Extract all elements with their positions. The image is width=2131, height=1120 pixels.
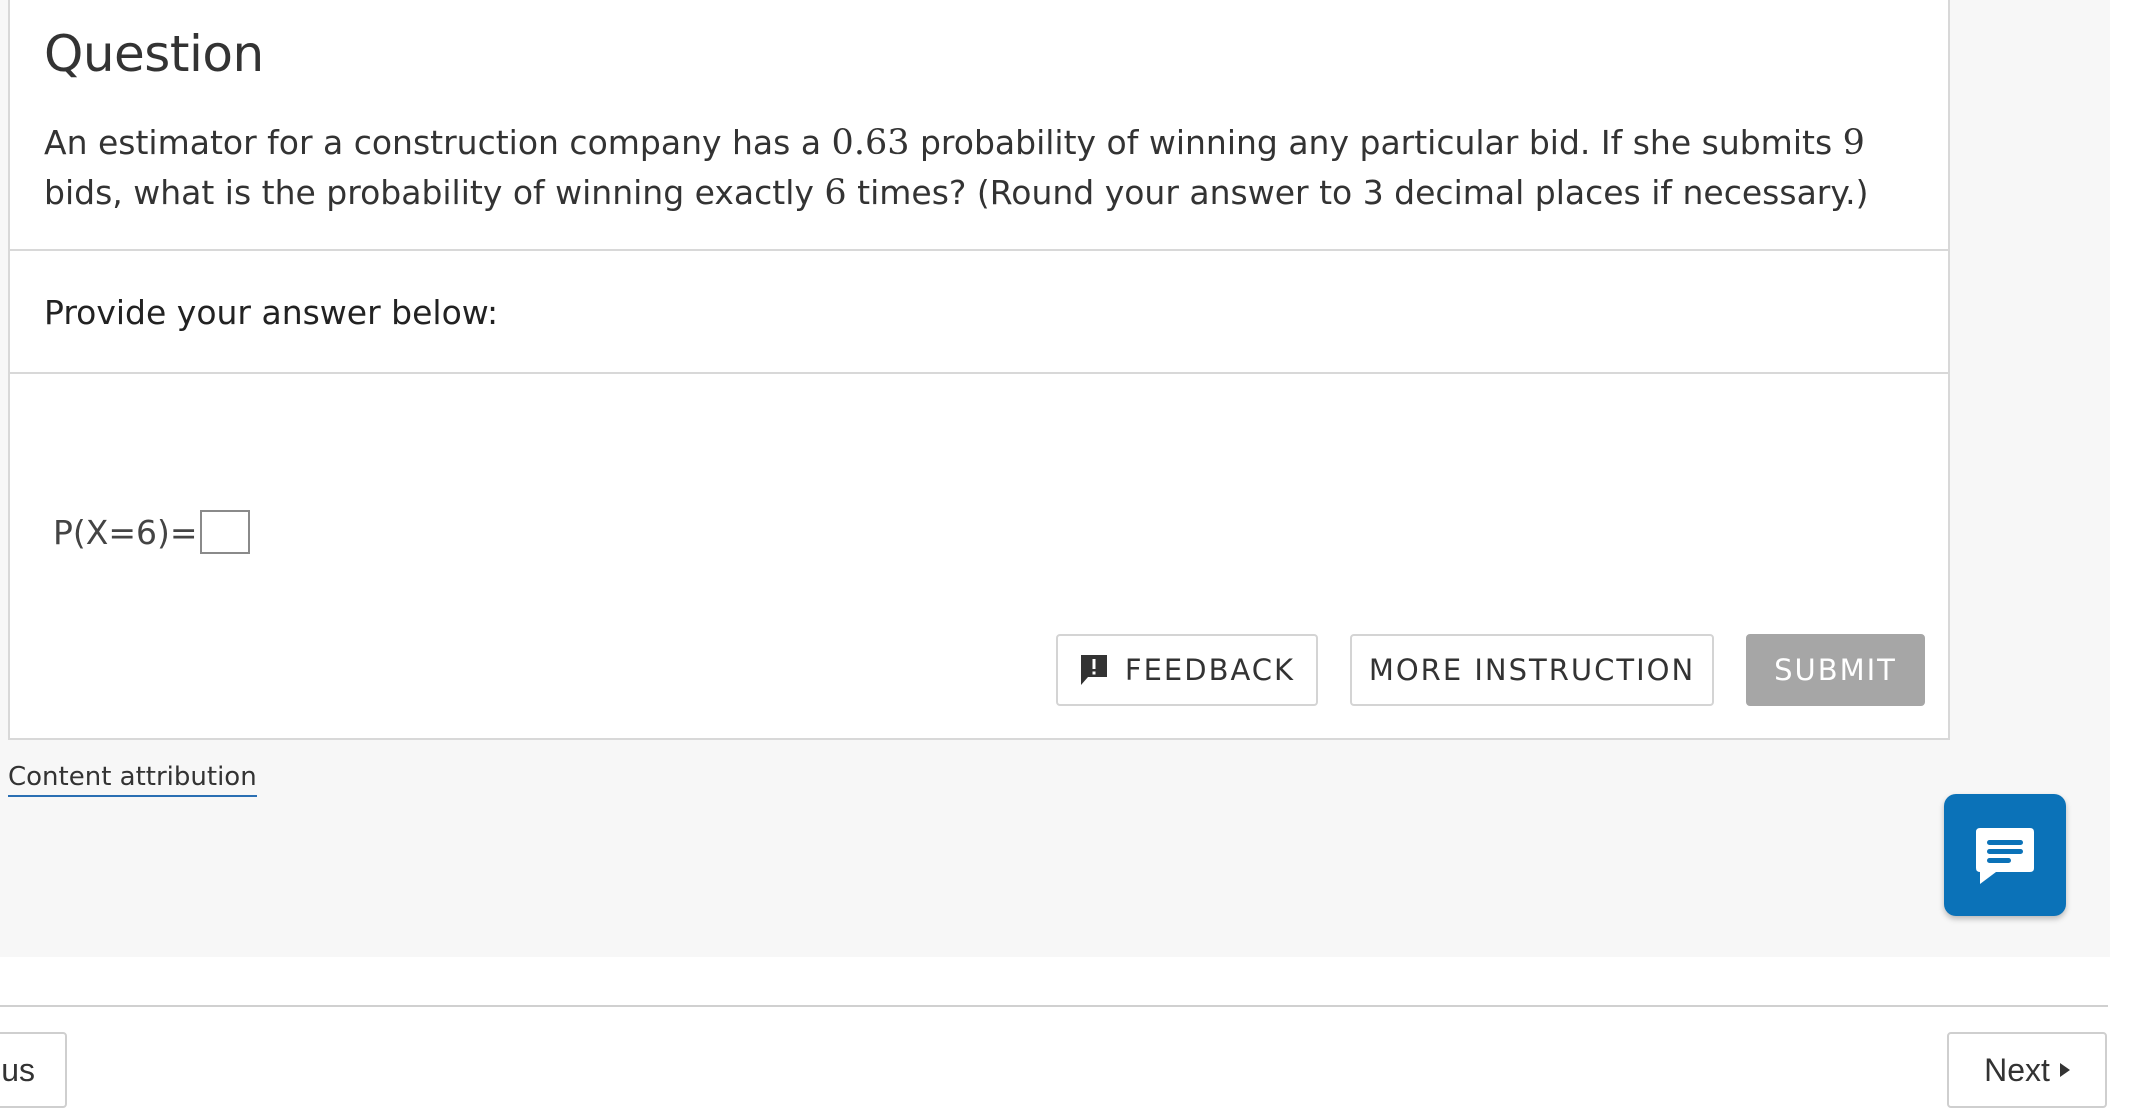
section-divider (10, 249, 1948, 251)
content-attribution-link[interactable]: Content attribution (8, 762, 257, 797)
triangle-right-icon (2059, 1063, 2070, 1077)
probability-value: 0.63 (831, 123, 910, 163)
question-heading: Question (44, 25, 264, 83)
question-text-part: times? (Round your answer to 3 decimal p… (846, 173, 1869, 212)
next-button[interactable]: Next (1947, 1032, 2107, 1108)
feedback-icon (1080, 655, 1107, 685)
bids-value: 9 (1842, 123, 1865, 163)
more-instruction-label: MORE INSTRUCTION (1368, 653, 1696, 687)
submit-button[interactable]: SUBMIT (1746, 634, 1925, 706)
feedback-label: FEEDBACK (1124, 653, 1296, 687)
answer-prompt: Provide your answer below: (44, 293, 499, 332)
answer-row: P(X=6)= (53, 510, 250, 554)
next-label: Next (1984, 1051, 2050, 1088)
previous-label: us (1, 1051, 35, 1088)
more-instruction-button[interactable]: MORE INSTRUCTION (1350, 634, 1714, 706)
wins-value: 6 (824, 173, 847, 213)
chat-icon (1976, 828, 2034, 884)
footer-divider (0, 1005, 2108, 1007)
submit-label: SUBMIT (1774, 653, 1897, 687)
section-divider (10, 372, 1948, 374)
answer-input[interactable] (199, 510, 250, 554)
question-text: An estimator for a construction company … (44, 118, 1924, 218)
question-text-part: An estimator for a construction company … (44, 123, 832, 162)
question-text-part: bids, what is the probability of winning… (44, 173, 825, 212)
question-text-part: probability of winning any particular bi… (909, 123, 1843, 162)
answer-label: P(X=6)= (53, 512, 198, 552)
chat-button[interactable] (1944, 794, 2066, 916)
feedback-button[interactable]: FEEDBACK (1056, 634, 1318, 706)
previous-button[interactable]: us (0, 1032, 67, 1108)
question-card: Question An estimator for a construction… (8, 0, 1950, 740)
